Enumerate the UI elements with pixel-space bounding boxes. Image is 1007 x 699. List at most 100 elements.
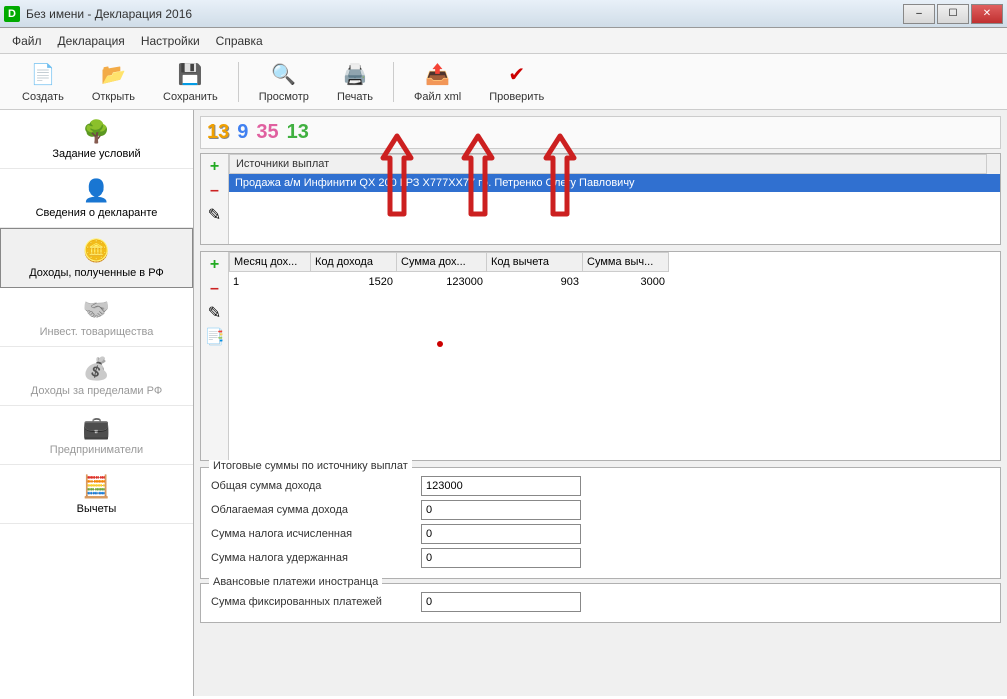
check-icon: ✔ xyxy=(503,61,531,89)
save-button[interactable]: 💾 Сохранить xyxy=(149,57,232,107)
save-icon: 💾 xyxy=(176,61,204,89)
preview-button[interactable]: 🔍 Просмотр xyxy=(245,57,323,107)
xml-button[interactable]: 📤 Файл xml xyxy=(400,57,475,107)
tax-calc-input[interactable] xyxy=(421,524,581,544)
sidebar-item-entrepreneur[interactable]: 💼 Предприниматели xyxy=(0,406,193,465)
tax-rate-tabs: 13 9 35 13 xyxy=(200,116,1001,149)
xml-label: Файл xml xyxy=(414,91,461,103)
preview-icon: 🔍 xyxy=(270,61,298,89)
col-income-code[interactable]: Код дохода xyxy=(311,252,397,272)
income-row[interactable]: 1 1520 123000 903 3000 xyxy=(229,272,1000,292)
tax-calc-label: Сумма налога исчисленная xyxy=(211,528,421,540)
check-button[interactable]: ✔ Проверить xyxy=(475,57,558,107)
app-icon: D xyxy=(4,6,20,22)
sidebar-label: Доходы, полученные в РФ xyxy=(29,267,164,279)
menu-declaration[interactable]: Декларация xyxy=(58,34,125,48)
briefcase-icon: 💼 xyxy=(81,414,113,442)
advance-group: Авансовые платежи иностранца Сумма фикси… xyxy=(200,583,1001,623)
save-label: Сохранить xyxy=(163,91,218,103)
col-deduct-code[interactable]: Код вычета xyxy=(487,252,583,272)
person-icon: 👤 xyxy=(81,177,113,205)
income-tools: + – ✎ 📑 xyxy=(201,252,229,460)
tax-rate-35[interactable]: 35 xyxy=(256,121,278,144)
menu-help[interactable]: Справка xyxy=(216,34,263,48)
total-income-input[interactable] xyxy=(421,476,581,496)
sidebar-label: Сведения о декларанте xyxy=(36,207,158,219)
sidebar-item-invest[interactable]: 🤝 Инвест. товарищества xyxy=(0,288,193,347)
col-income-sum[interactable]: Сумма дох... xyxy=(397,252,487,272)
toolbar-separator xyxy=(238,62,239,102)
partnership-icon: 🤝 xyxy=(81,296,113,324)
folder-open-icon: 📂 xyxy=(99,61,127,89)
check-label: Проверить xyxy=(489,91,544,103)
open-label: Открыть xyxy=(92,91,135,103)
main-area: 13 9 35 13 + – ✎ Источники выплат Продаж… xyxy=(194,110,1007,696)
new-file-icon: 📄 xyxy=(29,61,57,89)
edit-income-button[interactable]: ✎ xyxy=(206,304,224,322)
sidebar: 🌳 Задание условий 👤 Сведения о декларант… xyxy=(0,110,194,696)
tax-rate-9[interactable]: 9 xyxy=(237,121,248,144)
maximize-button[interactable]: ☐ xyxy=(937,4,969,24)
sources-tools: + – ✎ xyxy=(201,154,229,244)
menubar: Файл Декларация Настройки Справка xyxy=(0,28,1007,54)
source-row-selected[interactable]: Продажа а/м Инфинити QX 200 ГРЗ Х777ХХ77… xyxy=(229,174,1000,192)
remove-income-button[interactable]: – xyxy=(206,280,224,298)
print-icon: 🖨️ xyxy=(341,61,369,89)
window-title: Без имени - Декларация 2016 xyxy=(26,7,192,21)
money-bag-icon: 💰 xyxy=(81,355,113,383)
preview-label: Просмотр xyxy=(259,91,309,103)
create-label: Создать xyxy=(22,91,64,103)
menu-settings[interactable]: Настройки xyxy=(141,34,200,48)
taxable-input[interactable] xyxy=(421,500,581,520)
print-label: Печать xyxy=(337,91,373,103)
cell-deduct-sum: 3000 xyxy=(583,274,669,290)
fixed-payments-label: Сумма фиксированных платежей xyxy=(211,596,421,608)
sources-header: Источники выплат xyxy=(229,154,986,174)
fixed-payments-input[interactable] xyxy=(421,592,581,612)
tax-withheld-input[interactable] xyxy=(421,548,581,568)
window-controls: – ☐ ✕ xyxy=(901,4,1003,24)
create-button[interactable]: 📄 Создать xyxy=(8,57,78,107)
sidebar-item-deductions[interactable]: 🧮 Вычеты xyxy=(0,465,193,524)
close-button[interactable]: ✕ xyxy=(971,4,1003,24)
total-income-label: Общая сумма дохода xyxy=(211,480,421,492)
sidebar-item-income-rf[interactable]: 🪙 Доходы, полученные в РФ xyxy=(0,228,193,288)
sidebar-item-conditions[interactable]: 🌳 Задание условий xyxy=(0,110,193,169)
menu-file[interactable]: Файл xyxy=(12,34,42,48)
coins-icon: 🪙 xyxy=(81,237,113,265)
sidebar-label: Задание условий xyxy=(52,148,140,160)
edit-source-button[interactable]: ✎ xyxy=(206,206,224,224)
cell-deduct-code: 903 xyxy=(487,274,583,290)
cell-income-sum: 123000 xyxy=(397,274,487,290)
tax-withheld-label: Сумма налога удержанная xyxy=(211,552,421,564)
sidebar-label: Предприниматели xyxy=(50,444,143,456)
advance-legend: Авансовые платежи иностранца xyxy=(209,576,382,588)
remove-source-button[interactable]: – xyxy=(206,182,224,200)
copy-income-button[interactable]: 📑 xyxy=(206,328,224,346)
taxable-label: Облагаемая сумма дохода xyxy=(211,504,421,516)
toolbar-separator xyxy=(393,62,394,102)
tax-rate-13[interactable]: 13 xyxy=(207,121,229,144)
col-deduct-sum[interactable]: Сумма выч... xyxy=(583,252,669,272)
toolbar: 📄 Создать 📂 Открыть 💾 Сохранить 🔍 Просмо… xyxy=(0,54,1007,110)
add-income-button[interactable]: + xyxy=(206,256,224,274)
print-button[interactable]: 🖨️ Печать xyxy=(323,57,387,107)
cell-income-code: 1520 xyxy=(311,274,397,290)
add-source-button[interactable]: + xyxy=(206,158,224,176)
income-grid-header: Месяц дох... Код дохода Сумма дох... Код… xyxy=(229,252,1000,272)
open-button[interactable]: 📂 Открыть xyxy=(78,57,149,107)
tax-rate-13-alt[interactable]: 13 xyxy=(287,121,309,144)
sidebar-label: Инвест. товарищества xyxy=(40,326,154,338)
sidebar-label: Доходы за пределами РФ xyxy=(31,385,162,397)
cell-month: 1 xyxy=(229,274,311,290)
minimize-button[interactable]: – xyxy=(903,4,935,24)
sources-panel: + – ✎ Источники выплат Продажа а/м Инфин… xyxy=(200,153,1001,245)
col-month[interactable]: Месяц дох... xyxy=(229,252,311,272)
sources-header-end xyxy=(986,154,1000,174)
sidebar-item-income-abroad[interactable]: 💰 Доходы за пределами РФ xyxy=(0,347,193,406)
sidebar-label: Вычеты xyxy=(77,503,117,515)
totals-legend: Итоговые суммы по источнику выплат xyxy=(209,460,412,472)
calculator-icon: 🧮 xyxy=(81,473,113,501)
sidebar-item-declarant[interactable]: 👤 Сведения о декларанте xyxy=(0,169,193,228)
tree-icon: 🌳 xyxy=(81,118,113,146)
